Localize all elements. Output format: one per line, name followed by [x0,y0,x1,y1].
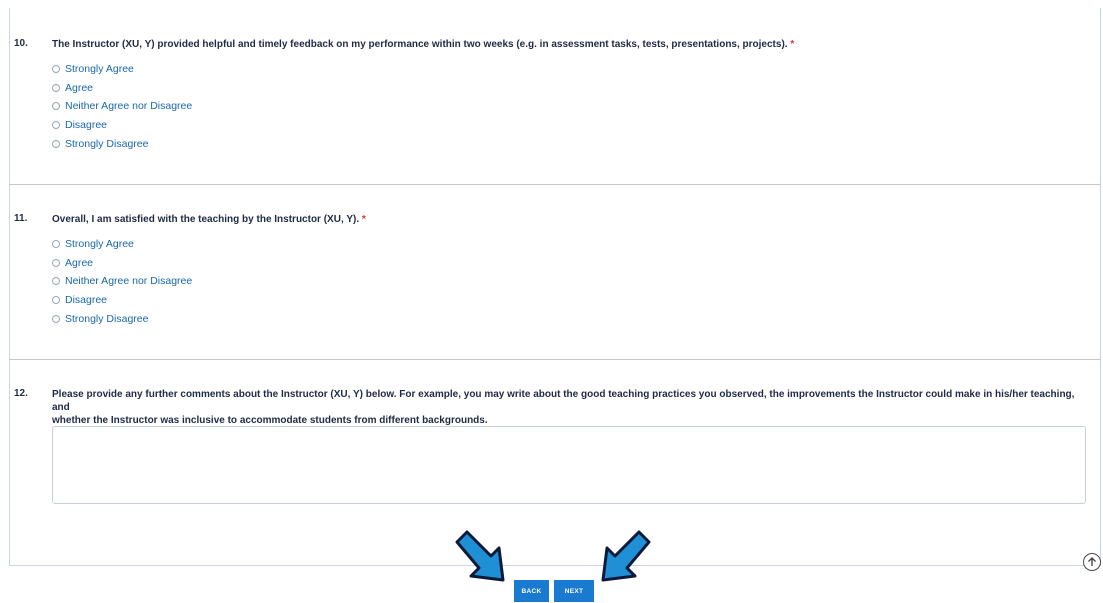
radio-icon[interactable] [52,121,60,129]
question-12-text: Please provide any further comments abou… [52,388,1092,427]
q11-option-disagree[interactable]: Disagree [52,293,107,307]
required-mark: * [790,39,795,50]
radio-icon[interactable] [52,84,60,92]
q10-option-neither[interactable]: Neither Agree nor Disagree [52,99,192,113]
divider [9,184,1101,185]
question-11-text: Overall, I am satisfied with the teachin… [52,213,366,226]
radio-icon[interactable] [52,277,60,285]
option-label: Disagree [65,119,108,131]
option-label: Disagree [65,294,108,306]
q11-option-neither[interactable]: Neither Agree nor Disagree [52,274,192,288]
option-label: Strongly Disagree [65,138,149,150]
q11-option-agree[interactable]: Agree [52,256,93,270]
q11-option-strongly-agree[interactable]: Strongly Agree [52,237,134,251]
q10-option-agree[interactable]: Agree [52,81,93,95]
question-12-number: 12. [14,388,28,399]
question-10-text: The Instructor (XU, Y) provided helpful … [52,38,794,51]
question-11-number: 11. [14,213,28,224]
divider [9,359,1101,360]
radio-icon[interactable] [52,259,60,267]
arrow-up-circle-icon [1088,557,1096,566]
radio-icon[interactable] [52,296,60,304]
radio-icon[interactable] [52,102,60,110]
radio-icon[interactable] [52,140,60,148]
option-label: Neither Agree nor Disagree [65,275,193,287]
option-label: Strongly Disagree [65,313,149,325]
radio-icon[interactable] [52,65,60,73]
question-10-number: 10. [14,38,28,49]
next-button[interactable]: NEXT [554,580,594,602]
option-label: Agree [65,82,94,94]
arrow-pointer-icon [601,530,651,582]
question-11-label: Overall, I am satisfied with the teachin… [52,214,360,225]
arrow-pointer-icon [455,530,505,582]
required-mark: * [361,214,366,225]
q11-option-strongly-disagree[interactable]: Strongly Disagree [52,312,148,326]
option-label: Neither Agree nor Disagree [65,100,193,112]
radio-icon[interactable] [52,240,60,248]
radio-icon[interactable] [52,315,60,323]
question-12-line-1: Please provide any further comments abou… [52,389,1075,413]
option-label: Agree [65,257,94,269]
option-label: Strongly Agree [65,238,134,250]
comments-textarea[interactable] [52,426,1086,504]
back-button[interactable]: BACK [514,580,549,602]
q10-option-strongly-disagree[interactable]: Strongly Disagree [52,137,148,151]
option-label: Strongly Agree [65,63,134,75]
q10-option-strongly-agree[interactable]: Strongly Agree [52,62,134,76]
question-10-label: The Instructor (XU, Y) provided helpful … [52,39,788,50]
scroll-top-button[interactable] [1083,553,1101,571]
q10-option-disagree[interactable]: Disagree [52,118,107,132]
